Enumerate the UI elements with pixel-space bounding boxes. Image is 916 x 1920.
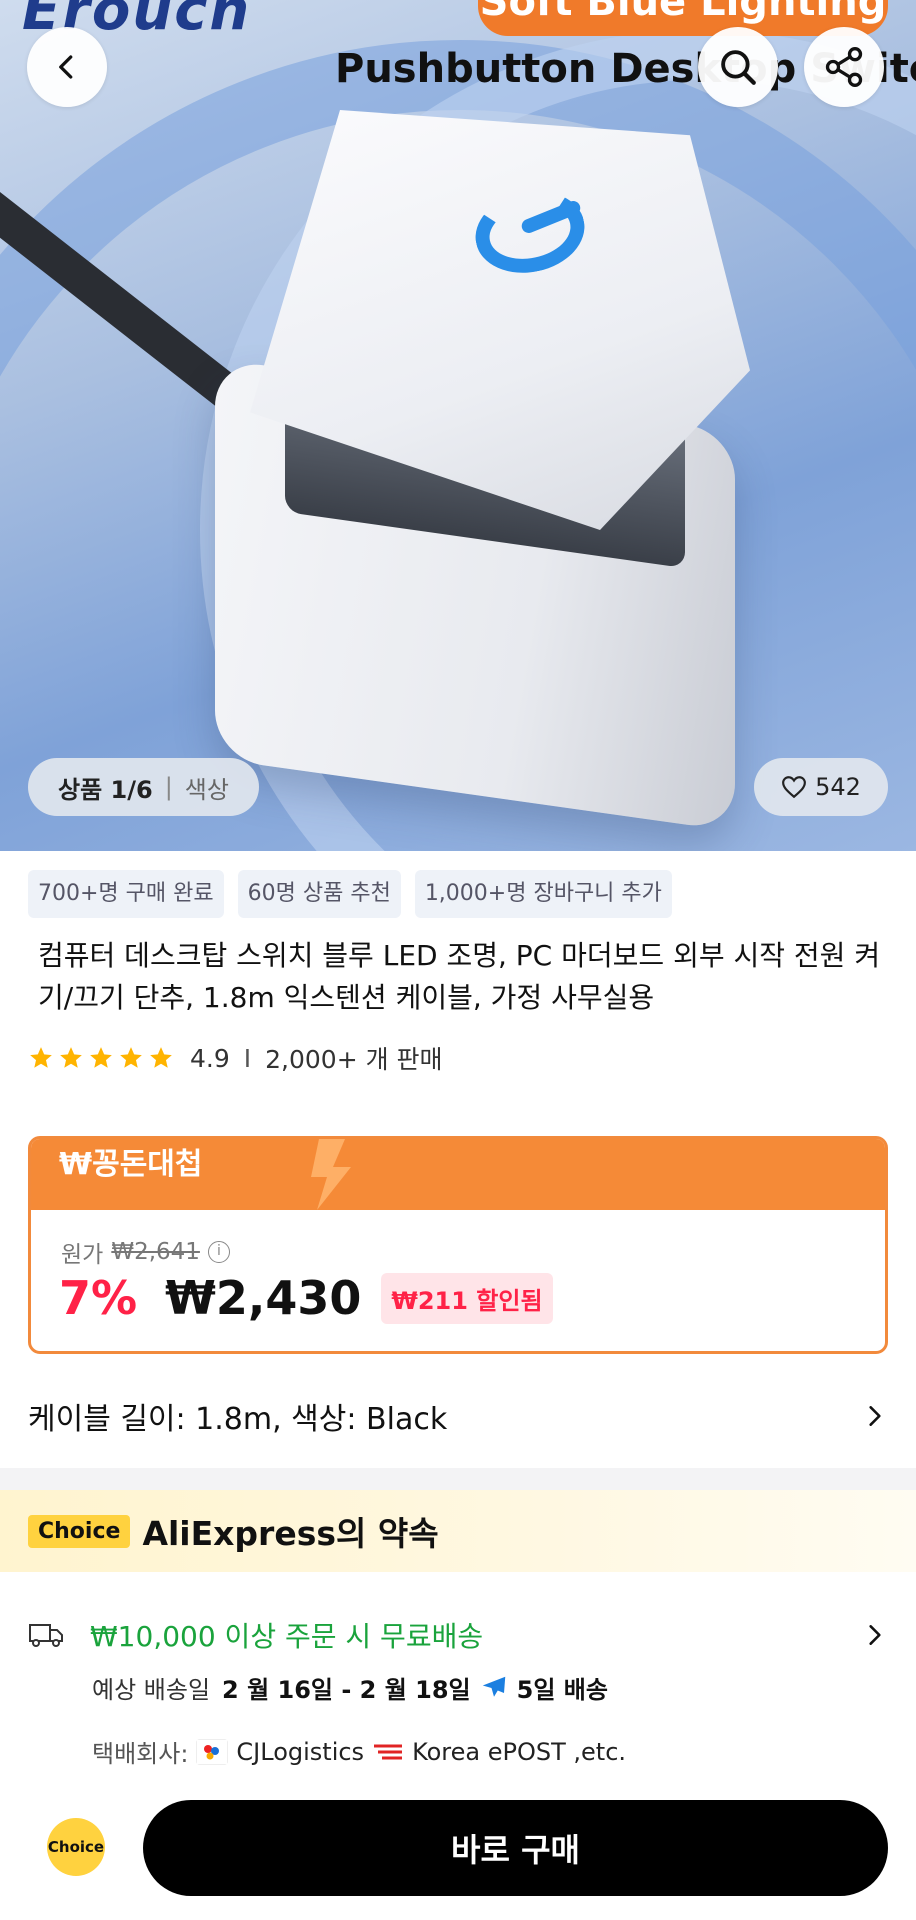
product-title: 컴퓨터 데스크탑 스위치 블루 LED 조명, PC 마더보드 외부 시작 전원… [38, 939, 881, 1014]
search-button[interactable] [698, 27, 778, 107]
pager-separator: | [164, 773, 173, 801]
share-icon [825, 47, 863, 87]
discount-percent: 7% [59, 1271, 138, 1325]
star-icon [120, 1047, 142, 1068]
tag-purchased: 700+명 구매 완료 [28, 870, 224, 918]
star-icon [60, 1047, 82, 1068]
rating-divider: I [243, 1043, 252, 1073]
choice-badge: Choice [28, 1514, 131, 1548]
variant-text: 케이블 길이: 1.8m, 색상: Black [28, 1402, 448, 1437]
price-card: ₩꽁돈대첩 원가 ₩2,641 i 7% ₩2,430 ₩211 할인됨 [28, 1136, 888, 1354]
choice-store-button[interactable]: Choice [47, 1818, 105, 1876]
airplane-icon [482, 1676, 505, 1697]
sold-count: 2,000+ 개 판매 [265, 1045, 443, 1074]
truck-icon [29, 1624, 63, 1647]
variant-selector[interactable]: 케이블 길이: 1.8m, 색상: Black [28, 1386, 888, 1446]
eta-days: 5일 배송 [516, 1676, 608, 1704]
image-pager[interactable]: 상품 1/6 | 색상 [28, 758, 259, 816]
free-shipping-text: ₩10,000 이상 주문 시 무료배송 [90, 1620, 484, 1653]
share-button[interactable] [804, 27, 884, 107]
section-divider [0, 1468, 916, 1490]
original-price: ₩2,641 [111, 1239, 200, 1265]
buy-now-button[interactable]: 바로 구매 [143, 1800, 888, 1896]
choice-promise-text: AliExpress의 약속 [142, 1514, 439, 1553]
choice-promise-banner[interactable]: Choice AliExpress의 약속 [0, 1490, 916, 1572]
carrier-row: 택배회사: CJLogistics Korea ePOST ,etc. [92, 1734, 626, 1769]
star-icon [90, 1047, 112, 1068]
product-image-gallery[interactable]: Erouch Soft Blue Lighting Pushbutton Des… [0, 0, 916, 851]
social-proof-tags: 700+명 구매 완료 60명 상품 추천 1,000+명 장바구니 추가 [28, 870, 672, 918]
wishlist-button[interactable]: 542 [754, 758, 888, 816]
carrier-post: Korea ePOST ,etc. [412, 1737, 627, 1766]
carrier-label: 택배회사: [92, 1740, 189, 1768]
eta-dates: 2 월 16일 - 2 월 18일 [222, 1676, 471, 1704]
current-price-row: 7% ₩2,430 ₩211 할인됨 [59, 1271, 553, 1325]
info-icon[interactable]: i [207, 1241, 230, 1263]
cj-logistics-logo-icon [196, 1738, 229, 1765]
original-price-row: 원가 ₩2,641 i [61, 1235, 230, 1269]
rating-row[interactable]: 4.9 I 2,000+ 개 판매 [28, 1040, 443, 1076]
shipping-row[interactable]: ₩10,000 이상 주문 시 무료배송 [28, 1610, 888, 1660]
saved-amount-badge: ₩211 할인됨 [381, 1272, 553, 1324]
rating-value: 4.9 [190, 1043, 230, 1073]
promo-label: ₩꽁돈대첩 [59, 1147, 203, 1182]
lightning-icon [311, 1139, 351, 1210]
star-icon [150, 1047, 172, 1068]
carrier-cj: CJLogistics [236, 1737, 365, 1766]
tag-cart-added: 1,000+명 장바구니 추가 [414, 870, 672, 918]
wishlist-count: 542 [815, 773, 861, 801]
heart-icon [782, 776, 807, 799]
star-rating [28, 1045, 174, 1071]
korea-post-logo-icon [372, 1738, 405, 1765]
chevron-right-icon [869, 1406, 881, 1426]
promo-header: ₩꽁돈대첩 [31, 1139, 885, 1210]
delivery-estimate: 예상 배송일 2 월 16일 - 2 월 18일 5일 배송 [92, 1670, 608, 1705]
image-counter: 상품 1/6 [58, 775, 153, 804]
back-button[interactable] [27, 27, 107, 107]
search-icon [721, 50, 756, 85]
chevron-left-icon [59, 55, 73, 79]
original-price-label: 원가 [61, 1242, 104, 1268]
tag-recommended: 60명 상품 추천 [237, 870, 401, 918]
current-price: ₩2,430 [165, 1271, 362, 1325]
star-icon [30, 1047, 52, 1068]
chevron-right-icon [869, 1625, 881, 1645]
color-tab[interactable]: 색상 [185, 770, 229, 805]
eta-label: 예상 배송일 [92, 1676, 211, 1704]
